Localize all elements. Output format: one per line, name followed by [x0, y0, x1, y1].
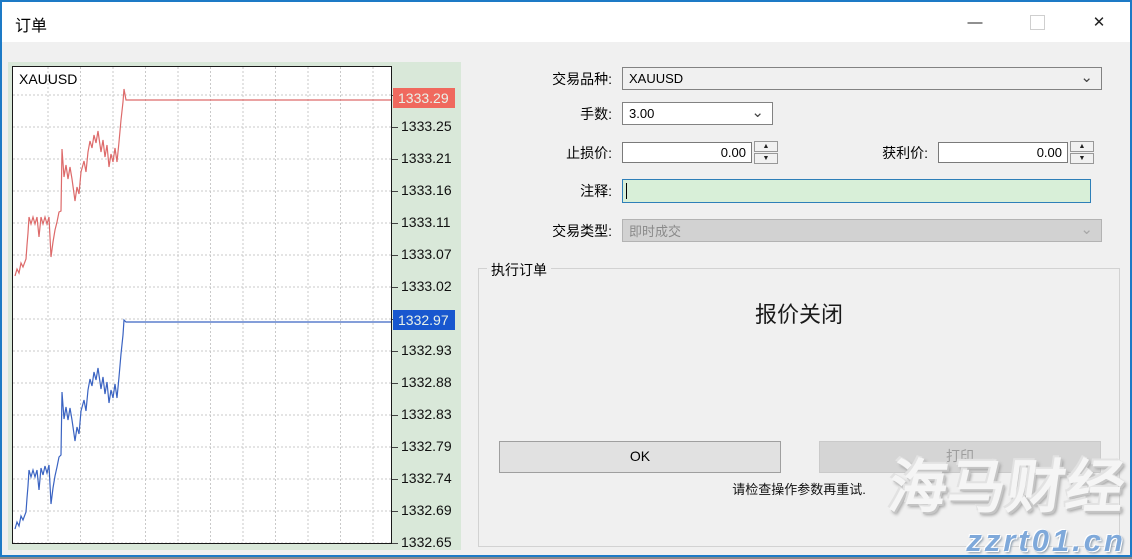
- close-icon: ✕: [1093, 15, 1106, 30]
- text-caret: [626, 183, 627, 199]
- ok-button[interactable]: OK: [499, 441, 781, 473]
- ask-line: [15, 89, 391, 276]
- minimize-button[interactable]: —: [944, 2, 1006, 42]
- chevron-down-icon: ⌄: [751, 103, 764, 121]
- titlebar: 订单 — ✕: [2, 2, 1130, 42]
- price-tick-label: 1332.65: [401, 534, 452, 550]
- volume-label: 手数:: [478, 104, 622, 124]
- tick-chart-panel: XAUUSD 1333.29 1332.97 1333.301333.25133…: [8, 62, 461, 550]
- retry-hint-text: 请检查操作参数再重试.: [479, 479, 1119, 498]
- comment-label: 注释:: [478, 181, 622, 201]
- comment-row: 注释:: [478, 179, 1120, 203]
- volume-combobox[interactable]: 3.00 ⌄: [622, 102, 773, 125]
- symbol-row: 交易品种: XAUUSD ⌄: [478, 67, 1120, 90]
- order-type-label: 交易类型:: [478, 221, 622, 241]
- spin-up-button[interactable]: ▲: [1070, 141, 1094, 152]
- prices-row: 止损价: ▲ ▼ 获利价: ▲ ▼: [478, 141, 1120, 164]
- maximize-button[interactable]: [1006, 2, 1068, 42]
- symbol-label: 交易品种:: [478, 69, 622, 89]
- volume-value: 3.00: [629, 106, 654, 121]
- price-tick-label: 1332.69: [401, 502, 452, 518]
- take-profit-label: 获利价:: [778, 143, 938, 163]
- volume-row: 手数: 3.00 ⌄: [478, 102, 1120, 125]
- chevron-down-icon: ⌄: [1080, 220, 1093, 238]
- tick-chart-canvas: [13, 67, 391, 543]
- execution-group-title: 执行订单: [487, 260, 551, 280]
- price-tick-label: 1332.74: [401, 470, 452, 486]
- order-dialog-window: 订单 — ✕ XAUUSD 1333.29 1332.97 1333.30133…: [0, 0, 1132, 557]
- price-tick-label: 1333.16: [401, 182, 452, 198]
- spin-down-button[interactable]: ▼: [1070, 153, 1094, 164]
- arrow-up-icon: ▲: [763, 143, 770, 150]
- close-button[interactable]: ✕: [1068, 2, 1130, 42]
- chevron-down-icon: ⌄: [1080, 68, 1093, 86]
- maximize-icon: [1030, 15, 1045, 30]
- stop-loss-input[interactable]: [622, 142, 752, 163]
- spin-up-button[interactable]: ▲: [754, 141, 778, 152]
- arrow-down-icon: ▼: [1079, 155, 1086, 162]
- minimize-icon: —: [968, 15, 983, 30]
- symbol-value: XAUUSD: [629, 71, 683, 86]
- bid-price-badge: 1332.97: [393, 310, 455, 330]
- stop-loss-label: 止损价:: [478, 143, 622, 163]
- window-controls: — ✕: [944, 2, 1130, 42]
- take-profit-stepper: ▲ ▼: [1070, 141, 1094, 164]
- arrow-down-icon: ▼: [763, 155, 770, 162]
- price-tick-label: 1333.07: [401, 246, 452, 262]
- tick-chart: XAUUSD: [12, 66, 392, 544]
- price-tick-label: 1332.88: [401, 374, 452, 390]
- stop-loss-stepper: ▲ ▼: [754, 141, 778, 164]
- order-type-dropdown: 即时成交 ⌄: [622, 219, 1102, 242]
- execution-groupbox: 执行订单 报价关闭 OK 打印 请检查操作参数再重试.: [478, 268, 1120, 547]
- comment-input[interactable]: [622, 179, 1091, 203]
- window-title: 订单: [15, 12, 47, 36]
- take-profit-input[interactable]: [938, 142, 1068, 163]
- price-tick-label: 1332.93: [401, 342, 452, 358]
- price-tick-label: 1333.02: [401, 278, 452, 294]
- quote-closed-message: 报价关闭: [479, 297, 1119, 329]
- spin-down-button[interactable]: ▼: [754, 153, 778, 164]
- arrow-up-icon: ▲: [1079, 143, 1086, 150]
- price-tick-label: 1332.83: [401, 406, 452, 422]
- print-button: 打印: [819, 441, 1101, 473]
- ask-price-badge: 1333.29: [393, 88, 455, 108]
- order-type-row: 交易类型: 即时成交 ⌄: [478, 219, 1120, 242]
- symbol-dropdown[interactable]: XAUUSD ⌄: [622, 67, 1102, 90]
- price-tick-label: 1333.25: [401, 118, 452, 134]
- order-type-value: 即时成交: [629, 221, 681, 240]
- chart-symbol-label: XAUUSD: [19, 71, 77, 87]
- price-tick-label: 1333.11: [401, 214, 451, 230]
- price-scale: 1333.29 1332.97 1333.301333.251333.21133…: [392, 62, 461, 550]
- price-tick-label: 1333.21: [401, 150, 452, 166]
- price-tick-label: 1332.79: [401, 438, 452, 454]
